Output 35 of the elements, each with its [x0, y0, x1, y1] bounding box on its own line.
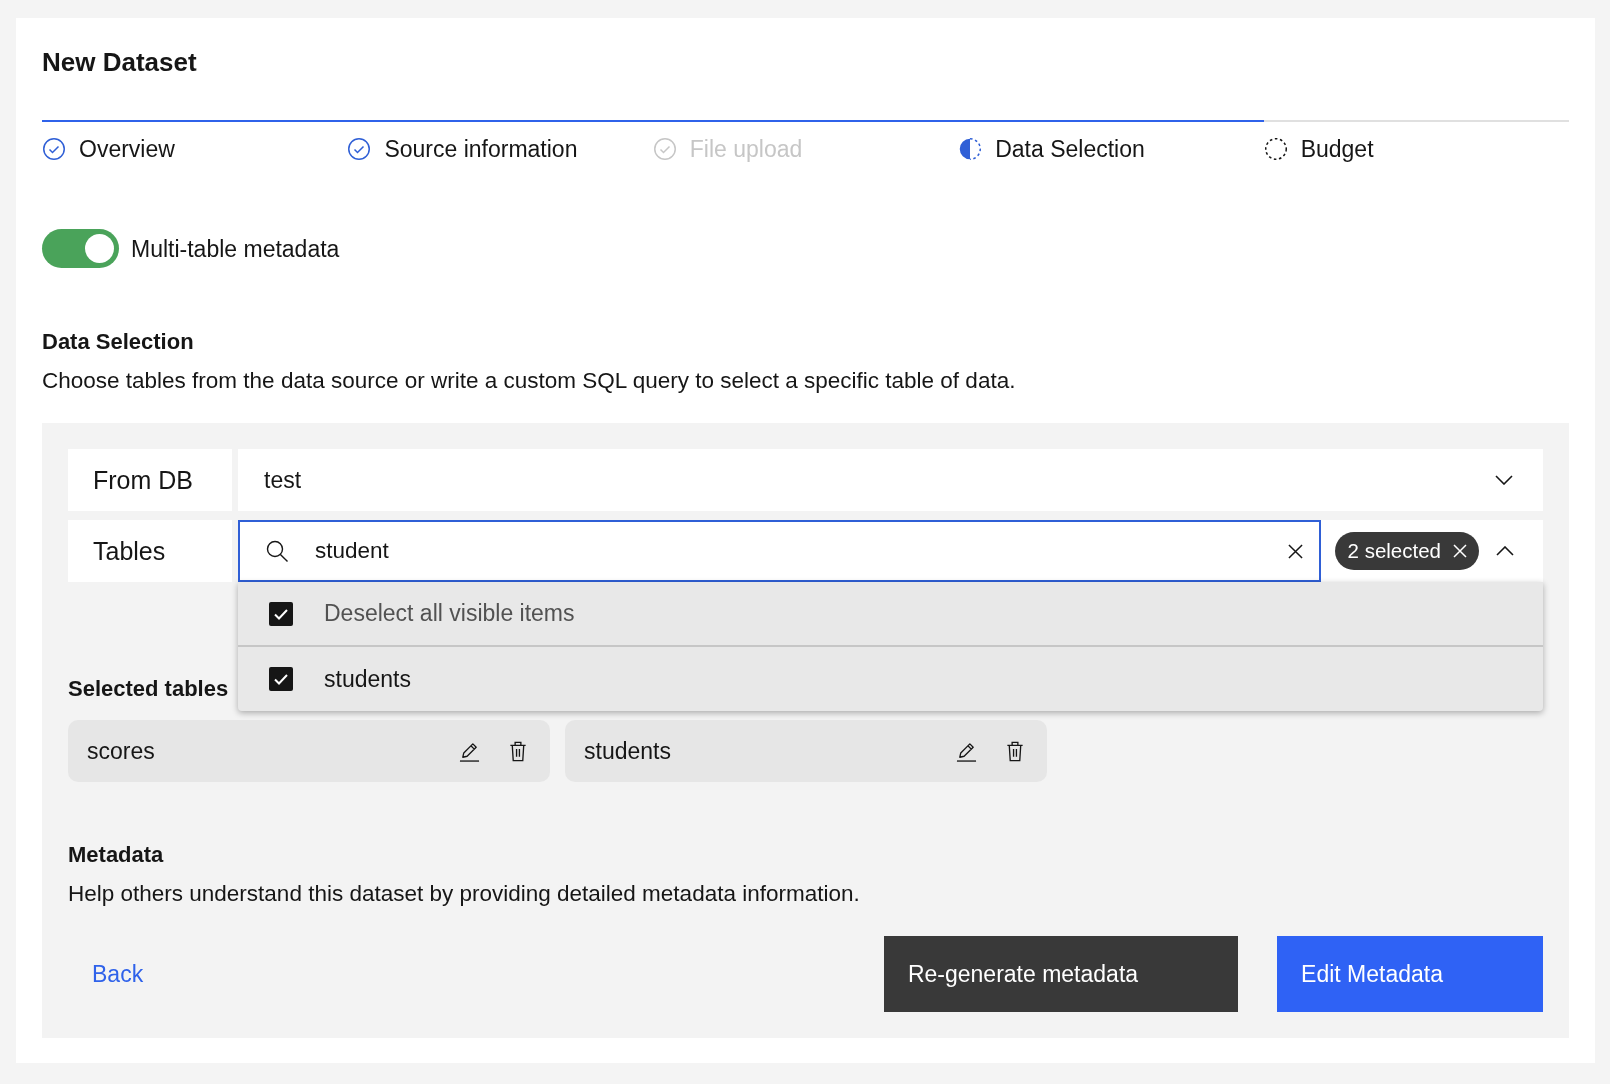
section-heading: Metadata	[68, 842, 164, 868]
toggle-switch[interactable]	[42, 229, 119, 268]
section-heading: Selected tables	[68, 676, 229, 702]
database-select[interactable]: test	[238, 449, 1543, 511]
search-field[interactable]: student	[238, 520, 1321, 582]
field-label: Tables	[68, 520, 232, 582]
progress-step[interactable]: Data Selection	[958, 120, 1264, 162]
primary-button[interactable]: Edit Metadata	[1277, 936, 1543, 1012]
dropdown-option[interactable]: students	[238, 645, 1543, 711]
close-icon[interactable]	[1287, 543, 1303, 559]
progress-step[interactable]: Overview	[42, 120, 348, 162]
back-button[interactable]: Back	[68, 936, 168, 1012]
checkbox[interactable]	[269, 601, 293, 626]
checkbox[interactable]	[269, 667, 293, 691]
section-description: Help others understand this dataset by providing detailed metadata information.	[68, 881, 860, 907]
search-icon	[266, 540, 288, 562]
section-heading: Data Selection	[42, 329, 194, 355]
pencil-icon[interactable]	[459, 740, 480, 762]
page-title: New Dataset	[42, 47, 197, 77]
table-name: students	[584, 737, 672, 765]
chevron-up-icon[interactable]	[1496, 546, 1514, 556]
table-name: scores	[87, 737, 156, 765]
section-description: Choose tables from the data source or write a custom SQL query to select a specific table of data.	[42, 368, 1016, 394]
progress-step[interactable]: Source information	[347, 120, 653, 162]
search-input[interactable]: student	[315, 538, 1261, 564]
progress-step[interactable]: Budget	[1263, 120, 1570, 162]
field-label: From DB	[68, 449, 232, 511]
chevron-down-icon	[1495, 475, 1513, 485]
trash-icon[interactable]	[1006, 740, 1024, 762]
secondary-button[interactable]: Re-generate metadata	[883, 936, 1239, 1012]
pencil-icon[interactable]	[956, 740, 977, 762]
trash-icon[interactable]	[509, 740, 527, 762]
toggle-label: Multi-table metadata	[131, 235, 340, 262]
selection-tag[interactable]: 2 selected	[1334, 532, 1479, 570]
dropdown-option[interactable]: Deselect all visible items	[238, 582, 1543, 645]
